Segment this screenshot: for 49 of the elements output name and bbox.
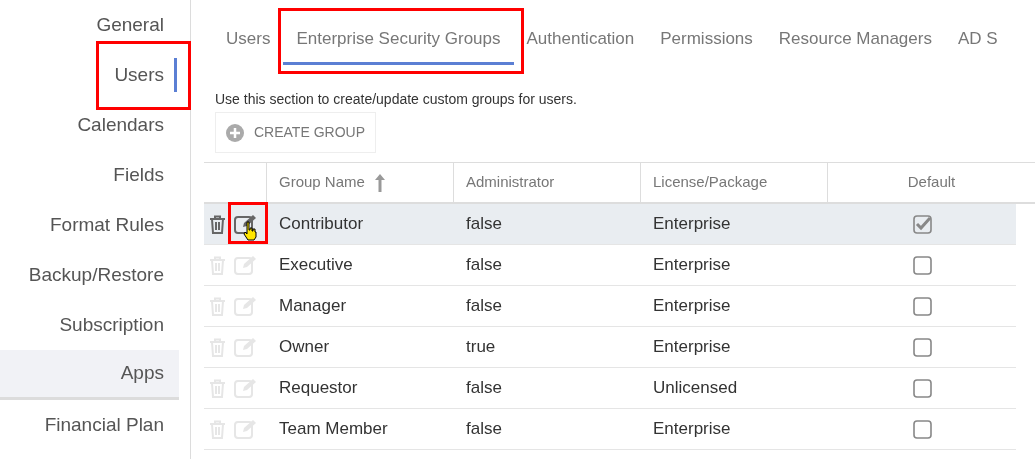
- checkbox[interactable]: [912, 378, 932, 398]
- table-cell-text: false: [465, 254, 503, 277]
- table-cell-text: Requestor: [278, 377, 359, 400]
- sidebar-item[interactable]: Fields: [0, 150, 179, 200]
- checkbox[interactable]: [912, 255, 932, 275]
- table-cell-text: Unlicensed: [652, 377, 739, 400]
- column-header[interactable]: License/Package: [641, 163, 828, 202]
- checkbox[interactable]: [912, 214, 932, 234]
- tab[interactable]: Resource Managers: [765, 25, 945, 65]
- table-cell-text: Team Member: [278, 418, 389, 441]
- description-text: Use this section to create/update custom groups for users.: [215, 90, 577, 109]
- checkbox[interactable]: [912, 419, 932, 439]
- plus-circle-icon: [226, 123, 244, 142]
- sidebar-item[interactable]: Format Rules: [0, 200, 179, 250]
- trash-icon[interactable]: [209, 214, 226, 234]
- hand-cursor-icon: [242, 221, 258, 241]
- column-header[interactable]: Administrator: [454, 163, 641, 202]
- tab[interactable]: Enterprise Security Groups: [283, 25, 514, 65]
- table-cell-text: Executive: [278, 254, 354, 277]
- table-cell-text: Manager: [278, 295, 348, 318]
- table-cell-text: true: [465, 336, 497, 359]
- tab[interactable]: AD S: [944, 25, 1011, 65]
- column-header[interactable]: Default: [828, 163, 1035, 202]
- sidebar-item[interactable]: Users: [0, 50, 179, 100]
- sidebar-item[interactable]: Subscription: [0, 300, 179, 350]
- table-cell-text: Enterprise: [652, 254, 732, 277]
- sidebar-item[interactable]: Backup/Restore: [0, 250, 179, 300]
- column-header[interactable]: Group Name: [267, 163, 454, 202]
- checkbox[interactable]: [912, 337, 932, 357]
- table-cell-text: false: [465, 418, 503, 441]
- sidebar-item[interactable]: Apps: [0, 350, 179, 400]
- table-cell-text: Contributor: [278, 213, 365, 236]
- create-group-button[interactable]: CREATE GROUP: [215, 112, 376, 153]
- checkbox[interactable]: [912, 296, 932, 316]
- table-cell-text: false: [465, 295, 503, 318]
- sidebar-item[interactable]: Financial Plan: [0, 400, 179, 450]
- table-cell-text: Owner: [278, 336, 331, 359]
- sidebar-item[interactable]: General: [0, 0, 179, 50]
- tab[interactable]: Users: [226, 25, 284, 65]
- table-cell-text: Enterprise: [652, 213, 732, 236]
- table-cell-text: false: [465, 377, 503, 400]
- table-cell-text: Enterprise: [652, 295, 732, 318]
- tab[interactable]: Authentication: [513, 25, 648, 65]
- sidebar-item[interactable]: Calendars: [0, 100, 179, 150]
- tab[interactable]: Permissions: [647, 25, 766, 65]
- table-cell-text: Enterprise: [652, 418, 732, 441]
- table-cell-text: false: [465, 213, 503, 236]
- table-cell-text: Enterprise: [652, 336, 732, 359]
- annotation-box: [228, 202, 268, 244]
